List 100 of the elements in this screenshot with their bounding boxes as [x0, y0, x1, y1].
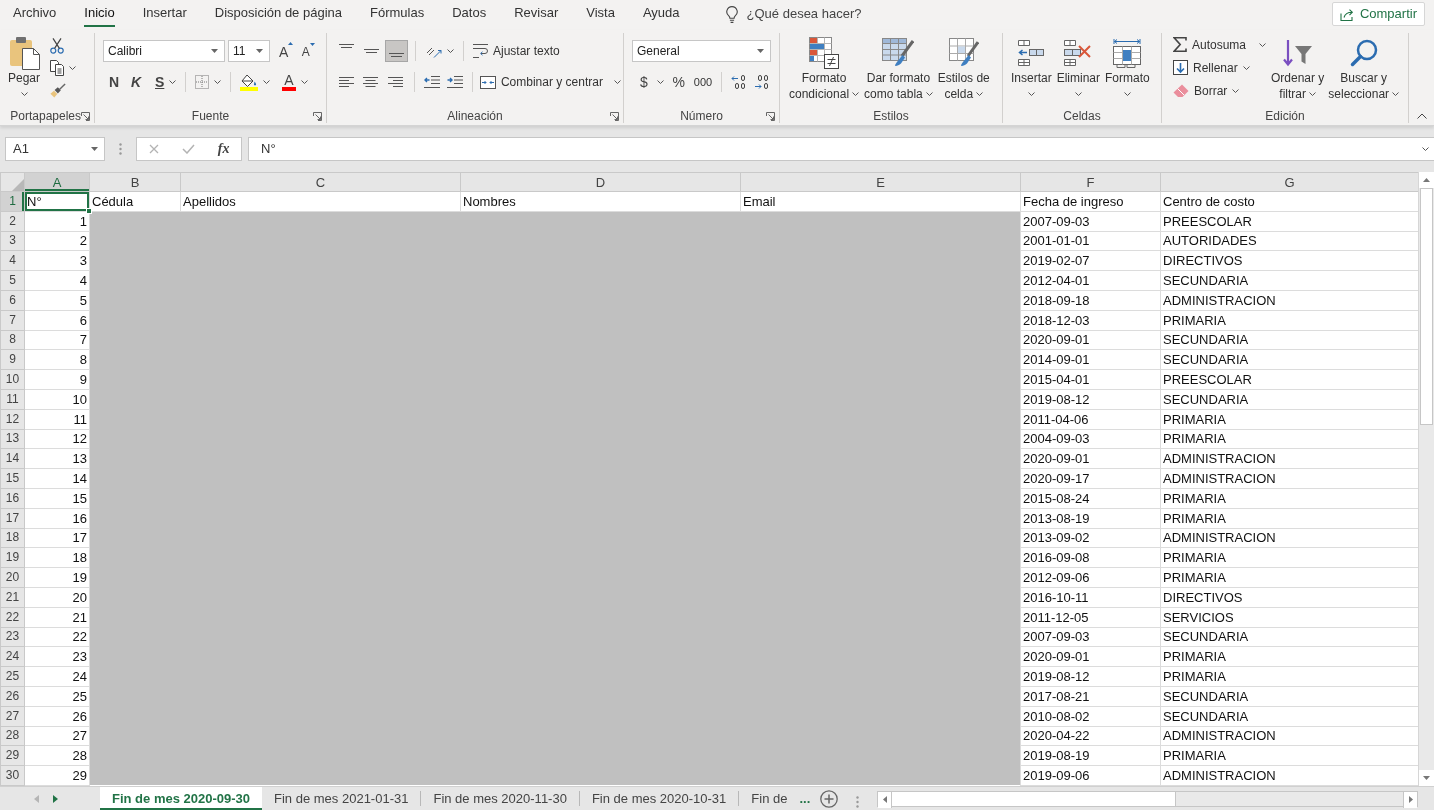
row-header[interactable]: 21	[0, 587, 25, 608]
caret-icon	[447, 49, 454, 53]
scrollbar-thumb[interactable]	[892, 791, 1177, 806]
row-header[interactable]: 1	[0, 191, 25, 212]
column-header[interactable]: G	[1160, 172, 1418, 192]
row-header[interactable]: 26	[0, 686, 25, 707]
delete-button[interactable]: Eliminar	[1054, 33, 1103, 109]
row-header[interactable]: 17	[0, 508, 25, 529]
scroll-right-button[interactable]	[1403, 791, 1417, 808]
scroll-up-button[interactable]	[1419, 172, 1434, 188]
ribbon-tab[interactable]: Archivo	[13, 1, 57, 27]
font-name-field[interactable]: Calibri	[103, 40, 225, 62]
merge-button[interactable]: Combinar y centrar	[477, 71, 623, 93]
row-header[interactable]: 20	[0, 567, 25, 588]
more-sheets-button[interactable]: ...	[799, 787, 817, 810]
autosum-button[interactable]: Autosuma	[1169, 33, 1269, 56]
row-header[interactable]: 27	[0, 706, 25, 726]
dialog-launcher-icon[interactable]	[766, 111, 775, 121]
row-header[interactable]: 3	[0, 231, 25, 251]
row-header[interactable]: 8	[0, 330, 25, 350]
wrap-text-button[interactable]: Ajustar texto	[469, 40, 564, 62]
number-format-field[interactable]: General	[632, 40, 771, 62]
row-header[interactable]: 2	[0, 211, 25, 232]
sort-filter-button[interactable]: Ordenar y filtrar	[1269, 33, 1327, 109]
shrink-font-button[interactable]: A	[297, 40, 320, 62]
scroll-down-button[interactable]	[1419, 770, 1434, 786]
column-header[interactable]: E	[740, 172, 1021, 192]
column-header[interactable]: C	[180, 172, 461, 192]
font-size-field[interactable]: 11	[228, 40, 270, 62]
underline-button[interactable]: S	[151, 71, 181, 93]
row-header[interactable]: 30	[0, 765, 25, 786]
decimal-arrow-right-icon	[754, 75, 770, 89]
row-header[interactable]: 25	[0, 666, 25, 687]
column-header[interactable]: F	[1020, 172, 1161, 192]
row-header[interactable]: 5	[0, 270, 25, 291]
row-header[interactable]: 24	[0, 646, 25, 667]
clipboard-icon	[8, 35, 40, 70]
format-button[interactable]: Formato	[1103, 33, 1152, 109]
ribbon-tab[interactable]: Inicio	[84, 1, 115, 27]
row-header[interactable]: 18	[0, 528, 25, 548]
align-button[interactable]	[385, 40, 408, 62]
sheet-tab[interactable]: Fin de mes 2021-01-31	[262, 787, 421, 810]
column-header[interactable]: A	[24, 172, 90, 192]
insert-button[interactable]: Insertar	[1009, 33, 1054, 109]
row-header[interactable]: 14	[0, 448, 25, 469]
row-header[interactable]: 9	[0, 349, 25, 370]
search-field[interactable]: ¿Qué desea hacer?	[746, 4, 877, 24]
fill-handle[interactable]	[86, 207, 92, 214]
format-as-table-button[interactable]: Dar formato como tabla	[862, 33, 935, 109]
row-header[interactable]: 23	[0, 627, 25, 647]
row-header[interactable]: 6	[0, 290, 25, 311]
collapse-icon[interactable]	[1416, 113, 1427, 119]
sheet-tab[interactable]: Fin de mes 2020-11-30	[421, 787, 579, 810]
sheet-tab[interactable]: Fin de mes 2020-09-30	[100, 787, 263, 810]
ribbon-tab[interactable]: Vista	[586, 1, 615, 27]
row-header[interactable]: 13	[0, 429, 25, 449]
sheet-tab[interactable]: Fin de	[739, 787, 800, 810]
ribbon-tab[interactable]: Fórmulas	[370, 1, 425, 27]
row-header[interactable]: 7	[0, 310, 25, 331]
italic-button[interactable]: K	[125, 71, 147, 93]
font-color-button[interactable]: A	[278, 71, 312, 93]
row-header[interactable]: 10	[0, 369, 25, 390]
row-header[interactable]: 4	[0, 250, 25, 271]
dialog-launcher-icon[interactable]	[610, 111, 619, 121]
scrollbar-thumb[interactable]	[1420, 188, 1433, 425]
row-header[interactable]: 19	[0, 547, 25, 568]
dialog-launcher-icon[interactable]	[313, 111, 322, 121]
clear-button[interactable]: Borrar	[1169, 79, 1269, 102]
paste-button[interactable]: Pegar	[6, 33, 43, 109]
thousands-button[interactable]: 000	[689, 71, 717, 93]
row-header[interactable]: 15	[0, 468, 25, 489]
row-header[interactable]: 12	[0, 409, 25, 430]
ribbon-tab[interactable]: Revisar	[514, 1, 559, 27]
share-button[interactable]: Compartir	[1331, 2, 1425, 26]
ribbon-tab[interactable]: Disposición de página	[214, 1, 342, 27]
cell-styles-button[interactable]: Estilos de celda	[935, 33, 992, 109]
name-box[interactable]: A1	[5, 137, 105, 161]
row-header[interactable]: 16	[0, 488, 25, 509]
fill-button[interactable]: Rellenar	[1169, 56, 1269, 79]
row-header[interactable]: 29	[0, 745, 25, 766]
ribbon-tab[interactable]: Ayuda	[642, 1, 680, 27]
find-select-button[interactable]: Buscar y seleccionar	[1326, 33, 1402, 109]
column-header[interactable]: D	[460, 172, 741, 192]
row-header[interactable]: 11	[0, 389, 25, 410]
conditional-format-button[interactable]: Formato condicional	[787, 33, 862, 109]
grow-font-button[interactable]: A	[275, 40, 298, 62]
currency-button[interactable]: $	[636, 71, 668, 93]
row-header[interactable]: 28	[0, 726, 25, 746]
ribbon-tab[interactable]: Insertar	[142, 1, 187, 27]
scroll-left-button[interactable]	[878, 791, 893, 808]
percent-button[interactable]: %	[667, 71, 690, 93]
sheet-tab[interactable]: Fin de mes 2020-10-31	[579, 787, 739, 810]
ribbon-tab[interactable]: Datos	[452, 1, 487, 27]
dialog-launcher-icon[interactable]	[81, 111, 90, 121]
bold-button[interactable]: N	[103, 71, 125, 93]
insert-function-button[interactable]: fx	[214, 140, 233, 158]
formula-field[interactable]: N°	[248, 137, 1434, 161]
column-header[interactable]: B	[89, 172, 181, 192]
vertical-dots-icon	[119, 143, 122, 155]
row-header[interactable]: 22	[0, 607, 25, 628]
